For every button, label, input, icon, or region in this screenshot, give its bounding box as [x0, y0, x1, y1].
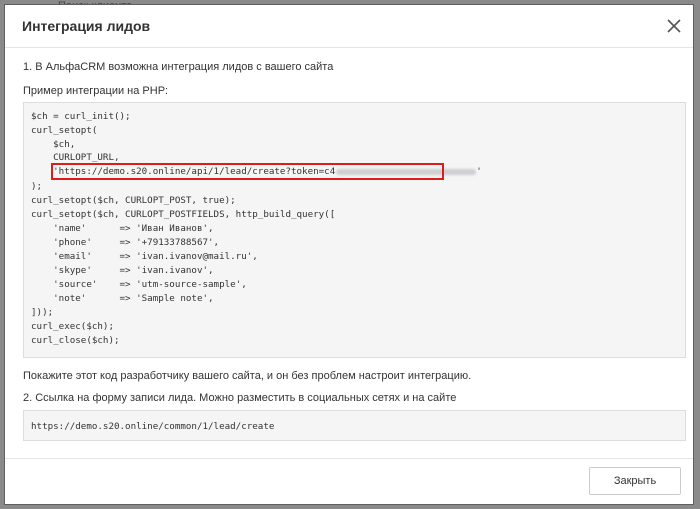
php-code-block: $ch = curl_init(); curl_setopt( $ch, CUR… [23, 102, 686, 358]
modal-footer: Закрыть [5, 458, 693, 504]
code-line: curl_setopt($ch, CURLOPT_POST, true); [31, 195, 236, 206]
step2-text: 2. Ссылка на форму записи лида. Можно ра… [23, 392, 457, 404]
code-line: curl_setopt( [31, 125, 98, 136]
code-line: 'email' => 'ivan.ivanov@mail.ru', [31, 251, 258, 262]
modal-header: Интеграция лидов [5, 5, 693, 48]
code-line: 'phone' => '+79133788567', [31, 237, 220, 248]
form-link-text[interactable]: https://demo.s20.online/common/1/lead/cr… [31, 420, 274, 433]
code-line: curl_close($ch); [31, 335, 120, 346]
close-button[interactable]: Закрыть [589, 467, 681, 495]
show-code-text: Покажите этот код разработчику вашего са… [23, 370, 472, 382]
code-line: $ch, [31, 139, 76, 150]
code-line: 'note' => 'Sample note', [31, 293, 214, 304]
step1-text: 1. В АльфаCRM возможна интеграция лидов … [23, 61, 334, 73]
code-line: $ch = curl_init(); [31, 111, 131, 122]
code-line: 'skype' => 'ivan.ivanov', [31, 265, 214, 276]
code-line: 'name' => 'Иван Иванов', [31, 223, 214, 234]
code-line: curl_exec($ch); [31, 321, 114, 332]
token-url-tail: ' [476, 166, 482, 177]
close-icon[interactable] [663, 15, 685, 37]
token-highlight-box [51, 163, 444, 180]
php-example-label: Пример интеграции на PHP: [23, 85, 169, 97]
code-line: ); [31, 181, 43, 192]
lead-integration-modal: Интеграция лидов 1. В АльфаCRM возможна … [4, 4, 694, 505]
code-line: ])); [31, 307, 54, 318]
code-line: 'source' => 'utm-source-sample', [31, 279, 247, 290]
code-line: curl_setopt($ch, CURLOPT_POSTFIELDS, htt… [31, 209, 336, 220]
modal-title: Интеграция лидов [22, 18, 151, 34]
form-link-box: https://demo.s20.online/common/1/lead/cr… [23, 410, 686, 441]
